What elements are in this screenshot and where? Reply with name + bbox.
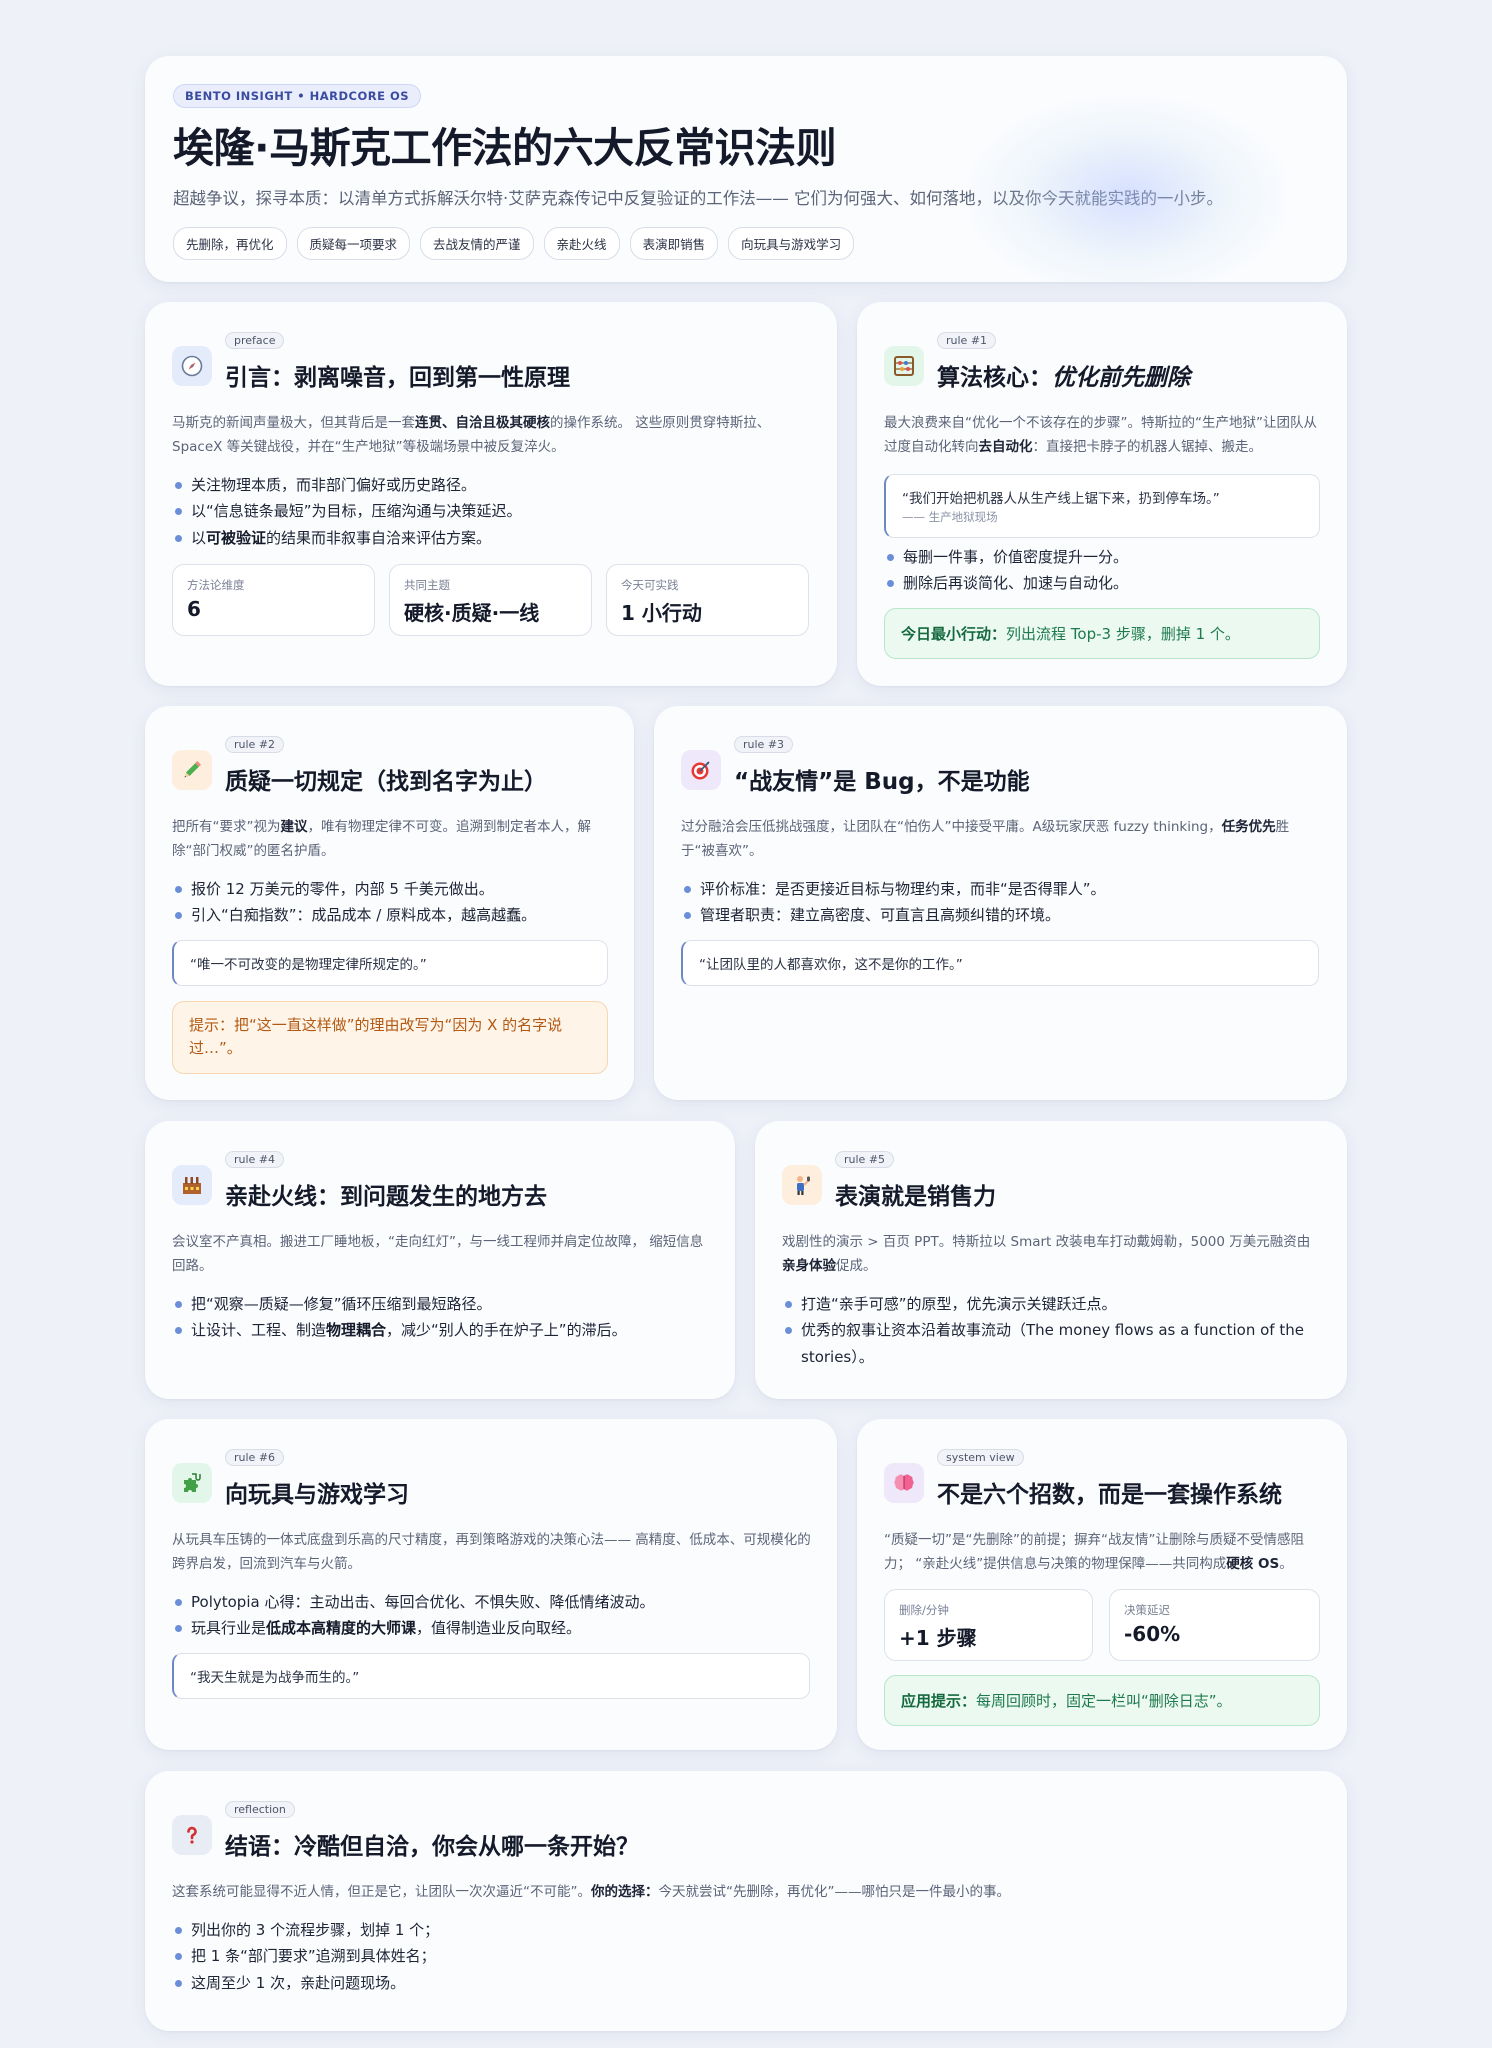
stat-common-theme: 共同主题 硬核·质疑·一线 (389, 564, 592, 636)
list-item: 报价 12 万美元的零件，内部 5 千美元做出。 (172, 876, 536, 902)
card-body: 会议室不产真相。搬进工厂睡地板，“走向红灯”，与一线工程师并肩定位故障， 缩短信… (172, 1234, 704, 1274)
card-body: 这套系统可能显得不近人情，但正是它，让团队一次次逼近“不可能”。你的选择：今天就… (172, 1884, 1010, 1900)
section-pill: rule #5 (835, 1151, 895, 1168)
reflection-card: reflection 结语：冷酷但自洽，你会从哪一条开始？ 这套系统可能显得不近… (145, 1771, 1347, 2031)
tag-front-line[interactable]: 亲赴火线 (543, 227, 620, 261)
pencil-icon (172, 750, 212, 790)
card-title: 算法核心：优化前先删除 (937, 365, 1190, 391)
card-title: 引言：剥离噪音，回到第一性原理 (225, 365, 570, 391)
tag-no-camaraderie[interactable]: 去战友情的严谨 (420, 227, 534, 261)
tag-delete-first[interactable]: 先删除，再优化 (173, 227, 287, 261)
tag-demo-sells[interactable]: 表演即销售 (629, 227, 719, 261)
list-item: 把“观察—质疑—修复”循环压缩到最短路径。 (172, 1291, 627, 1317)
card-body: 把所有“要求”视为建议，唯有物理定律不可变。追溯到制定者本人，解除“部门权威”的… (172, 819, 591, 859)
card-title: 不是六个招数，而是一套操作系统 (937, 1482, 1282, 1508)
quote-block: “让团队里的人都喜欢你，这不是你的工作。” (681, 940, 1319, 986)
page-title: 埃隆·马斯克工作法的六大反常识法则 (173, 124, 837, 172)
quote-block: “唯一不可改变的是物理定律所规定的。” (172, 940, 608, 986)
list-item: 列出你的 3 个流程步骤，划掉 1 个； (172, 1917, 439, 1943)
card-body: 最大浪费来自“优化一个不该存在的步骤”。特斯拉的“生产地狱”让团队从 过度自动化… (884, 415, 1317, 455)
list-item: 每删一件事，价值密度提升一分。 (884, 544, 1128, 570)
tag-question-requirements[interactable]: 质疑每一项要求 (296, 227, 411, 261)
bullet-list: 评价标准：是否更接近目标与物理约束，而非“是否得罪人”。 管理者职责：建立高密度… (681, 876, 1106, 929)
stat-deletions-per-minute: 删除/分钟 +1 步骤 (884, 1589, 1093, 1661)
hero-tag-list: 先删除，再优化 质疑每一项要求 去战友情的严谨 亲赴火线 表演即销售 向玩具与游… (173, 227, 1319, 261)
factory-icon (172, 1165, 212, 1205)
card-body: “质疑一切”是“先删除”的前提；摒弃“战友情”让删除与质疑不受情感阻力； “亲赴… (884, 1532, 1304, 1572)
section-pill: reflection (225, 1801, 295, 1818)
rule-2-card: rule #2 质疑一切规定（找到名字为止） 把所有“要求”视为建议，唯有物理定… (145, 706, 634, 1100)
bullet-list: 报价 12 万美元的零件，内部 5 千美元做出。 引入“白痴指数”：成品成本 /… (172, 876, 536, 929)
brain-icon (884, 1463, 924, 1503)
hero-badge: BENTO INSIGHT • HARDCORE OS (173, 84, 422, 108)
list-item: 这周至少 1 次，亲赴问题现场。 (172, 1970, 439, 1996)
stat-decision-latency: 决策延迟 -60% (1109, 1589, 1320, 1661)
list-item: 关注物理本质，而非部门偏好或历史路径。 (172, 472, 522, 498)
card-title: 表演就是销售力 (835, 1184, 996, 1210)
card-body: 马斯克的新闻声量极大，但其背后是一套连贯、自洽且极其硬核的操作系统。 这些原则贯… (172, 415, 771, 455)
page-subtitle: 超越争议，探寻本质：以清单方式拆解沃尔特·艾萨克森传记中反复验证的工作法—— 它… (173, 189, 1223, 209)
rule-6-card: rule #6 向玩具与游戏学习 从玩具车压铸的一体式底盘到乐高的尺寸精度，再到… (145, 1419, 837, 1750)
card-body: 戏剧性的演示 > 百页 PPT。特斯拉以 Smart 改装电车打动戴姆勒，500… (782, 1234, 1311, 1274)
system-view-card: system view 不是六个招数，而是一套操作系统 “质疑一切”是“先删除”… (857, 1419, 1347, 1750)
list-item: 让设计、工程、制造物理耦合，减少“别人的手在炉子上”的滞后。 (172, 1317, 627, 1343)
puzzle-icon (172, 1463, 212, 1503)
rule-3-card: rule #3 “战友情”是 Bug，不是功能 过分融洽会压低挑战强度，让团队在… (654, 706, 1347, 1100)
hero-card: BENTO INSIGHT • HARDCORE OS 埃隆·马斯克工作法的六大… (145, 56, 1347, 282)
question-icon (172, 1815, 212, 1855)
quote-block: “我们开始把机器人从生产线上锯下来，扔到停车场。” —— 生产地狱现场 (884, 474, 1320, 538)
card-title: “战友情”是 Bug，不是功能 (734, 769, 1030, 795)
rule-5-card: rule #5 表演就是销售力 戏剧性的演示 > 百页 PPT。特斯拉以 Sma… (755, 1121, 1347, 1399)
application-tip: 应用提示：每周回顾时，固定一栏叫“删除日志”。 (884, 1675, 1320, 1726)
list-item: 引入“白痴指数”：成品成本 / 原料成本，越高越蠢。 (172, 902, 536, 928)
section-pill: rule #1 (937, 332, 997, 349)
section-pill: rule #6 (225, 1449, 285, 1466)
target-icon (681, 750, 721, 790)
rule-4-card: rule #4 亲赴火线：到问题发生的地方去 会议室不产真相。搬进工厂睡地板，“… (145, 1121, 735, 1399)
bullet-list: 列出你的 3 个流程步骤，划掉 1 个； 把 1 条“部门要求”追溯到具体姓名；… (172, 1917, 439, 1996)
preface-card: preface 引言：剥离噪音，回到第一性原理 马斯克的新闻声量极大，但其背后是… (145, 302, 837, 686)
list-item: 以可被验证的结果而非叙事自洽来评估方案。 (172, 525, 522, 551)
section-pill: rule #4 (225, 1151, 285, 1168)
abacus-icon (884, 346, 924, 386)
list-item: 玩具行业是低成本高精度的大师课，值得制造业反向取经。 (172, 1615, 654, 1641)
bullet-list: 关注物理本质，而非部门偏好或历史路径。 以“信息链条最短”为目标，压缩沟通与决策… (172, 472, 522, 551)
bullet-list: 每删一件事，价值密度提升一分。 删除后再谈简化、加速与自动化。 (884, 544, 1128, 597)
bullet-list: Polytopia 心得：主动出击、每回合优化、不惧失败、降低情绪波动。 玩具行… (172, 1589, 654, 1642)
tag-learn-from-toys[interactable]: 向玩具与游戏学习 (728, 227, 855, 261)
list-item: 以“信息链条最短”为目标，压缩沟通与决策延迟。 (172, 498, 522, 524)
list-item: 评价标准：是否更接近目标与物理约束，而非“是否得罪人”。 (681, 876, 1106, 902)
card-title: 亲赴火线：到问题发生的地方去 (225, 1184, 547, 1210)
list-item: 优秀的叙事让资本沿着故事流动（The money flows as a func… (782, 1317, 1322, 1370)
list-item: 删除后再谈简化、加速与自动化。 (884, 570, 1128, 596)
action-tip: 今日最小行动：列出流程 Top-3 步骤，删掉 1 个。 (884, 608, 1320, 659)
quote-block: “我天生就是为战争而生的。” (172, 1653, 810, 1699)
card-title: 结语：冷酷但自洽，你会从哪一条开始？ (225, 1834, 639, 1860)
card-body: 过分融洽会压低挑战强度，让团队在“怕伤人”中接受平庸。A级玩家厌恶 fuzzy … (681, 819, 1290, 859)
card-body: 从玩具车压铸的一体式底盘到乐高的尺寸精度，再到策略游戏的决策心法—— 高精度、低… (172, 1532, 811, 1572)
rule-1-card: rule #1 算法核心：优化前先删除 最大浪费来自“优化一个不该存在的步骤”。… (857, 302, 1347, 686)
list-item: Polytopia 心得：主动出击、每回合优化、不惧失败、降低情绪波动。 (172, 1589, 654, 1615)
list-item: 管理者职责：建立高密度、可直言且高频纠错的环境。 (681, 902, 1106, 928)
section-pill: preface (225, 332, 285, 349)
stat-practice-today: 今天可实践 1 小行动 (606, 564, 809, 636)
list-item: 打造“亲手可感”的原型，优先演示关键跃迁点。 (782, 1291, 1322, 1317)
performer-icon (782, 1165, 822, 1205)
section-pill: system view (937, 1449, 1024, 1466)
section-pill: rule #3 (734, 736, 794, 753)
list-item: 把 1 条“部门要求”追溯到具体姓名； (172, 1943, 439, 1969)
bullet-list: 打造“亲手可感”的原型，优先演示关键跃迁点。 优秀的叙事让资本沿着故事流动（Th… (782, 1291, 1322, 1370)
stat-methodology-dimensions: 方法论维度 6 (172, 564, 375, 636)
section-pill: rule #2 (225, 736, 285, 753)
bullet-list: 把“观察—质疑—修复”循环压缩到最短路径。 让设计、工程、制造物理耦合，减少“别… (172, 1291, 627, 1344)
compass-icon (172, 346, 212, 386)
card-title: 质疑一切规定（找到名字为止） (225, 769, 547, 795)
hint-tip: 提示：把“这一直这样做”的理由改写为“因为 X 的名字说过…”。 (172, 1001, 608, 1074)
card-title: 向玩具与游戏学习 (225, 1482, 409, 1508)
